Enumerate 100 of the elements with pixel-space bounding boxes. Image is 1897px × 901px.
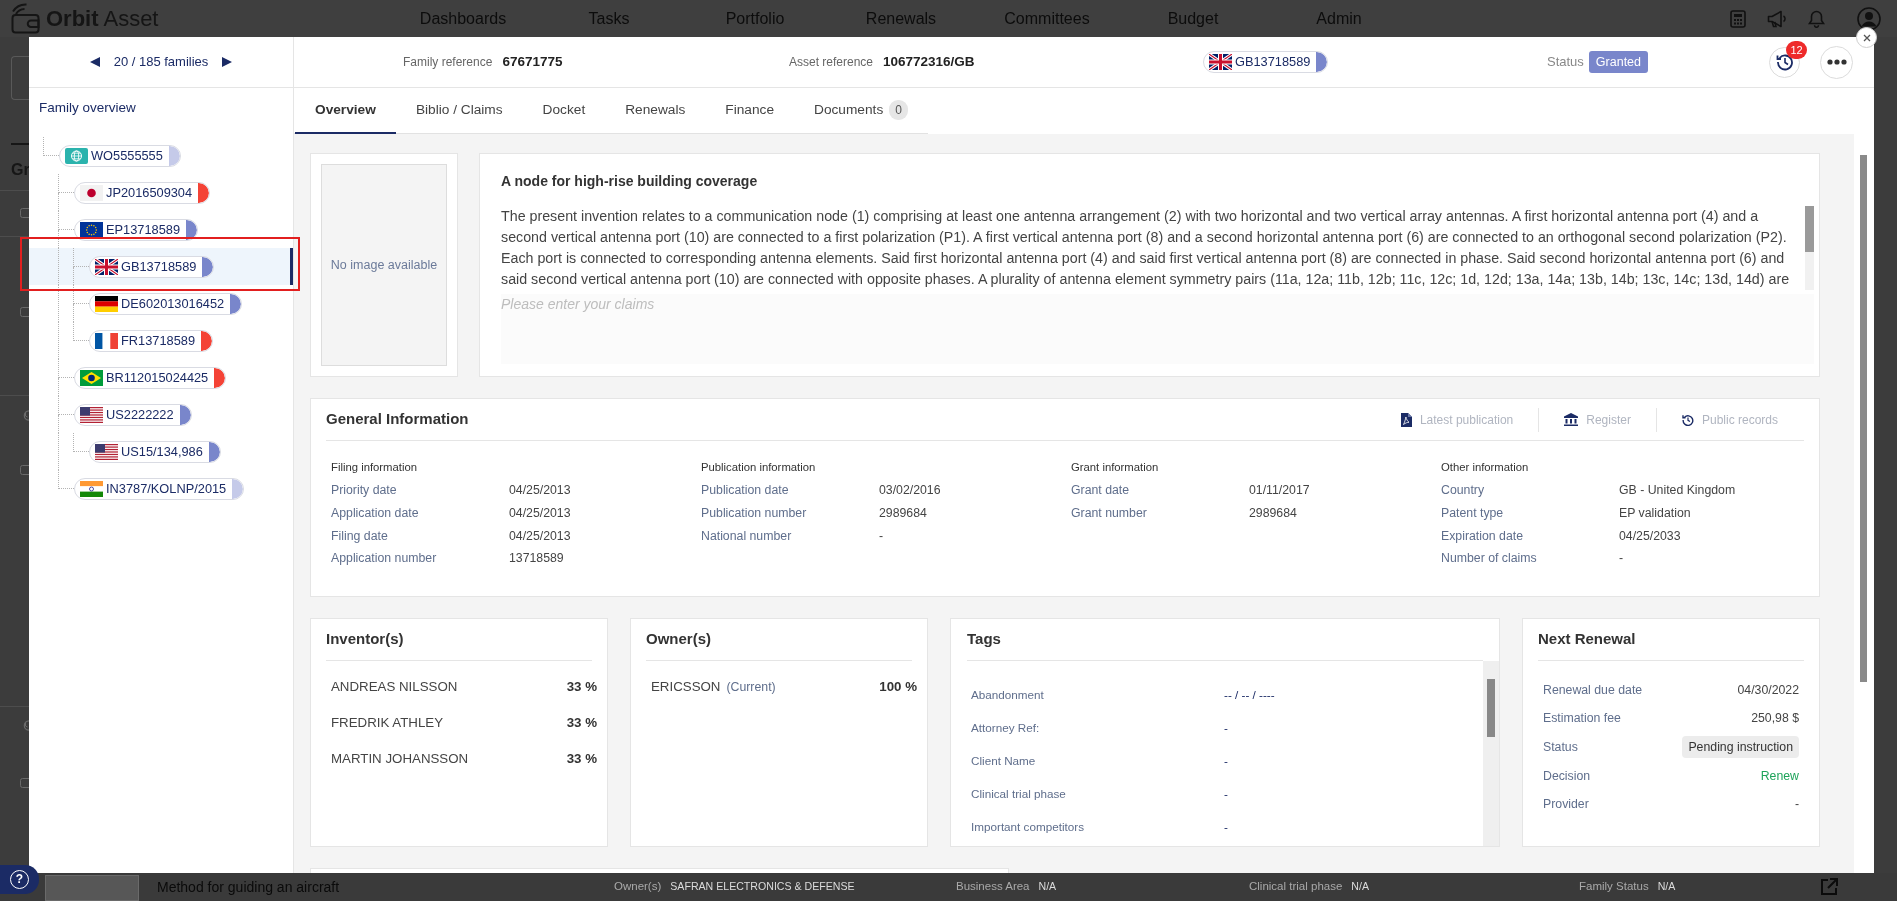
owner-name: ERICSSON <box>651 678 721 697</box>
claims-field[interactable]: Please enter your claims <box>501 294 1814 364</box>
eu-flag-icon <box>80 221 103 238</box>
megaphone-icon[interactable] <box>1767 9 1787 28</box>
more-icon <box>1826 59 1847 65</box>
calculator-icon[interactable] <box>1730 9 1746 28</box>
no-image-text: No image available <box>330 256 438 274</box>
bank-icon <box>1564 413 1579 426</box>
owner-note: (Current) <box>726 678 776 696</box>
field-label: Family Status <box>1579 879 1649 895</box>
field-value: - <box>1619 550 1625 568</box>
field-value: GB - United Kingdom <box>1619 481 1737 499</box>
field-value: N/A <box>1657 879 1676 895</box>
share-percent: 33 % <box>566 678 597 697</box>
tag-value: - <box>1224 785 1229 802</box>
field-label: Application date <box>331 504 420 522</box>
section-heading: Publication information <box>701 459 817 475</box>
more-button[interactable] <box>1820 45 1853 79</box>
brazil-flag-icon <box>80 369 103 386</box>
tab[interactable]: Biblio / Claims <box>395 88 523 134</box>
scrollbar-thumb[interactable] <box>1860 155 1867 682</box>
close-icon <box>1862 33 1871 42</box>
tag-value: - <box>1224 818 1229 835</box>
help-button[interactable]: ? <box>0 865 39 894</box>
field-value: 13718589 <box>509 550 565 568</box>
field-label: Grant date <box>1071 481 1131 499</box>
field-value: 01/11/2017 <box>1249 481 1311 499</box>
tree-connector <box>73 433 89 452</box>
family-member-chip[interactable]: US2222222 <box>74 403 192 426</box>
field-value: 67671775 <box>502 52 563 71</box>
bell-icon[interactable] <box>1808 9 1825 28</box>
checkbox-icon <box>20 778 29 788</box>
inventor-name: FREDRIK ATHLEY <box>331 714 444 733</box>
field-value: 04/25/2013 <box>509 481 572 499</box>
field-label: Grant number <box>1071 504 1148 522</box>
japan-flag-icon <box>80 184 103 201</box>
field-label: Asset reference <box>789 53 874 71</box>
usa-flag-icon <box>95 443 118 460</box>
history-icon <box>1775 53 1794 71</box>
field-label: Application number <box>331 550 438 568</box>
section-heading: Grant information <box>1071 459 1160 475</box>
field-label: Decision <box>1543 767 1591 785</box>
field-value: 106772316/GB <box>883 52 975 71</box>
field-label: Expiration date <box>1441 527 1525 545</box>
family-member-chip[interactable]: JP2016509304 <box>74 181 211 204</box>
field-label: National number <box>701 527 793 545</box>
family-member-chip[interactable]: GB13718589 <box>1203 51 1329 73</box>
tag-label: Abandonment <box>971 686 1045 703</box>
field-value: 04/25/2033 <box>1619 527 1682 545</box>
tag-value: - <box>1224 752 1229 769</box>
field-value: 04/25/2013 <box>509 527 572 545</box>
abstract-text: The present invention relates to a communication node (1) comprising at least one antenna arrangement (2) with two horizontal and two vertical array antennas. A first horizontal antenna port (4) and a second vertical antenna port (10) are connected to a first polarization (P1). A first vertical antenna port (8) and a second horizontal antenna port (6) are connected to an orthogonal second polarization (P2). Each port is connected to corresponding antenna elements. Said first horizontal antenna port (4) and said first vertical antenna port (8) are connected in phase. Said second horizontal antenna port (6) and said second vertical antenna port (10) are connected with opposite phases. A plurality of antenna element symmetry pairs (11a, 12a; 11b, 12b; 11c, 12c; 1d, 12d; 13a, 14a; 13b, 14b; 13c, 14c; 13d, 14d) are <box>501 207 1791 289</box>
tab[interactable]: Docket <box>522 88 606 134</box>
field-value: 2989684 <box>1249 504 1298 522</box>
field-value: - <box>879 527 885 545</box>
family-member-chip[interactable]: DE602013016452 <box>89 292 243 315</box>
family-member-chip[interactable]: US15/134,986 <box>89 440 221 463</box>
family-member-chip[interactable]: FR13718589 <box>89 329 213 352</box>
field-label: Business Area <box>956 879 1030 895</box>
selected-tree-row[interactable]: GB13718589 <box>29 248 293 285</box>
field-label: Publication number <box>701 504 808 522</box>
field-label: Country <box>1441 481 1486 499</box>
card-title: General Information <box>326 409 470 430</box>
family-member-chip[interactable]: GB13718589 <box>89 255 215 278</box>
checkbox-icon <box>20 208 29 218</box>
tag-label: Clinical trial phase <box>971 785 1067 802</box>
status-label: Status <box>1547 53 1584 72</box>
inventor-name: MARTIN JOHANSSON <box>331 750 469 769</box>
next-icon[interactable] <box>222 57 233 67</box>
tab[interactable]: Renewals <box>605 88 706 134</box>
india-flag-icon <box>80 480 103 497</box>
uk-flag-icon <box>1209 54 1232 70</box>
status-badge: Pending instruction <box>1682 735 1799 759</box>
tab[interactable]: Finance <box>705 88 794 134</box>
germany-flag-icon <box>95 295 118 312</box>
pdf-file-icon <box>1399 412 1412 427</box>
field-value: 2989684 <box>879 504 928 522</box>
external-link-icon[interactable] <box>1820 878 1838 896</box>
field-label: Filing date <box>331 527 389 545</box>
france-flag-icon <box>95 332 118 349</box>
tab[interactable]: Documents 0 <box>794 88 928 134</box>
history-icon <box>1681 413 1694 426</box>
field-value: 250,98 $ <box>1751 709 1799 727</box>
family-member-chip[interactable]: EP13718589 <box>74 218 198 241</box>
panel-title: Family overview <box>39 99 137 117</box>
tree-connector <box>43 137 59 156</box>
family-member-chip[interactable]: IN3787/KOLNP/2015 <box>74 477 245 500</box>
field-label: Publication date <box>701 481 790 499</box>
field-label: Provider <box>1543 795 1589 813</box>
usa-flag-icon <box>80 406 103 423</box>
scrollbar-thumb[interactable] <box>1805 206 1814 252</box>
scrollbar-thumb[interactable] <box>1487 679 1495 737</box>
field-value: EP validation <box>1619 504 1692 522</box>
field-value: SAFRAN ELECTRONICS & DEFENSE <box>670 879 855 895</box>
family-member-chip[interactable]: WO5555555 <box>59 144 181 167</box>
field-value: 04/30/2022 <box>1737 681 1799 699</box>
avatar-icon[interactable] <box>1857 6 1881 31</box>
previous-icon[interactable] <box>89 57 100 67</box>
family-member-chip[interactable]: BR112015024425 <box>74 366 227 389</box>
card-title: Inventor(s) <box>326 629 405 650</box>
